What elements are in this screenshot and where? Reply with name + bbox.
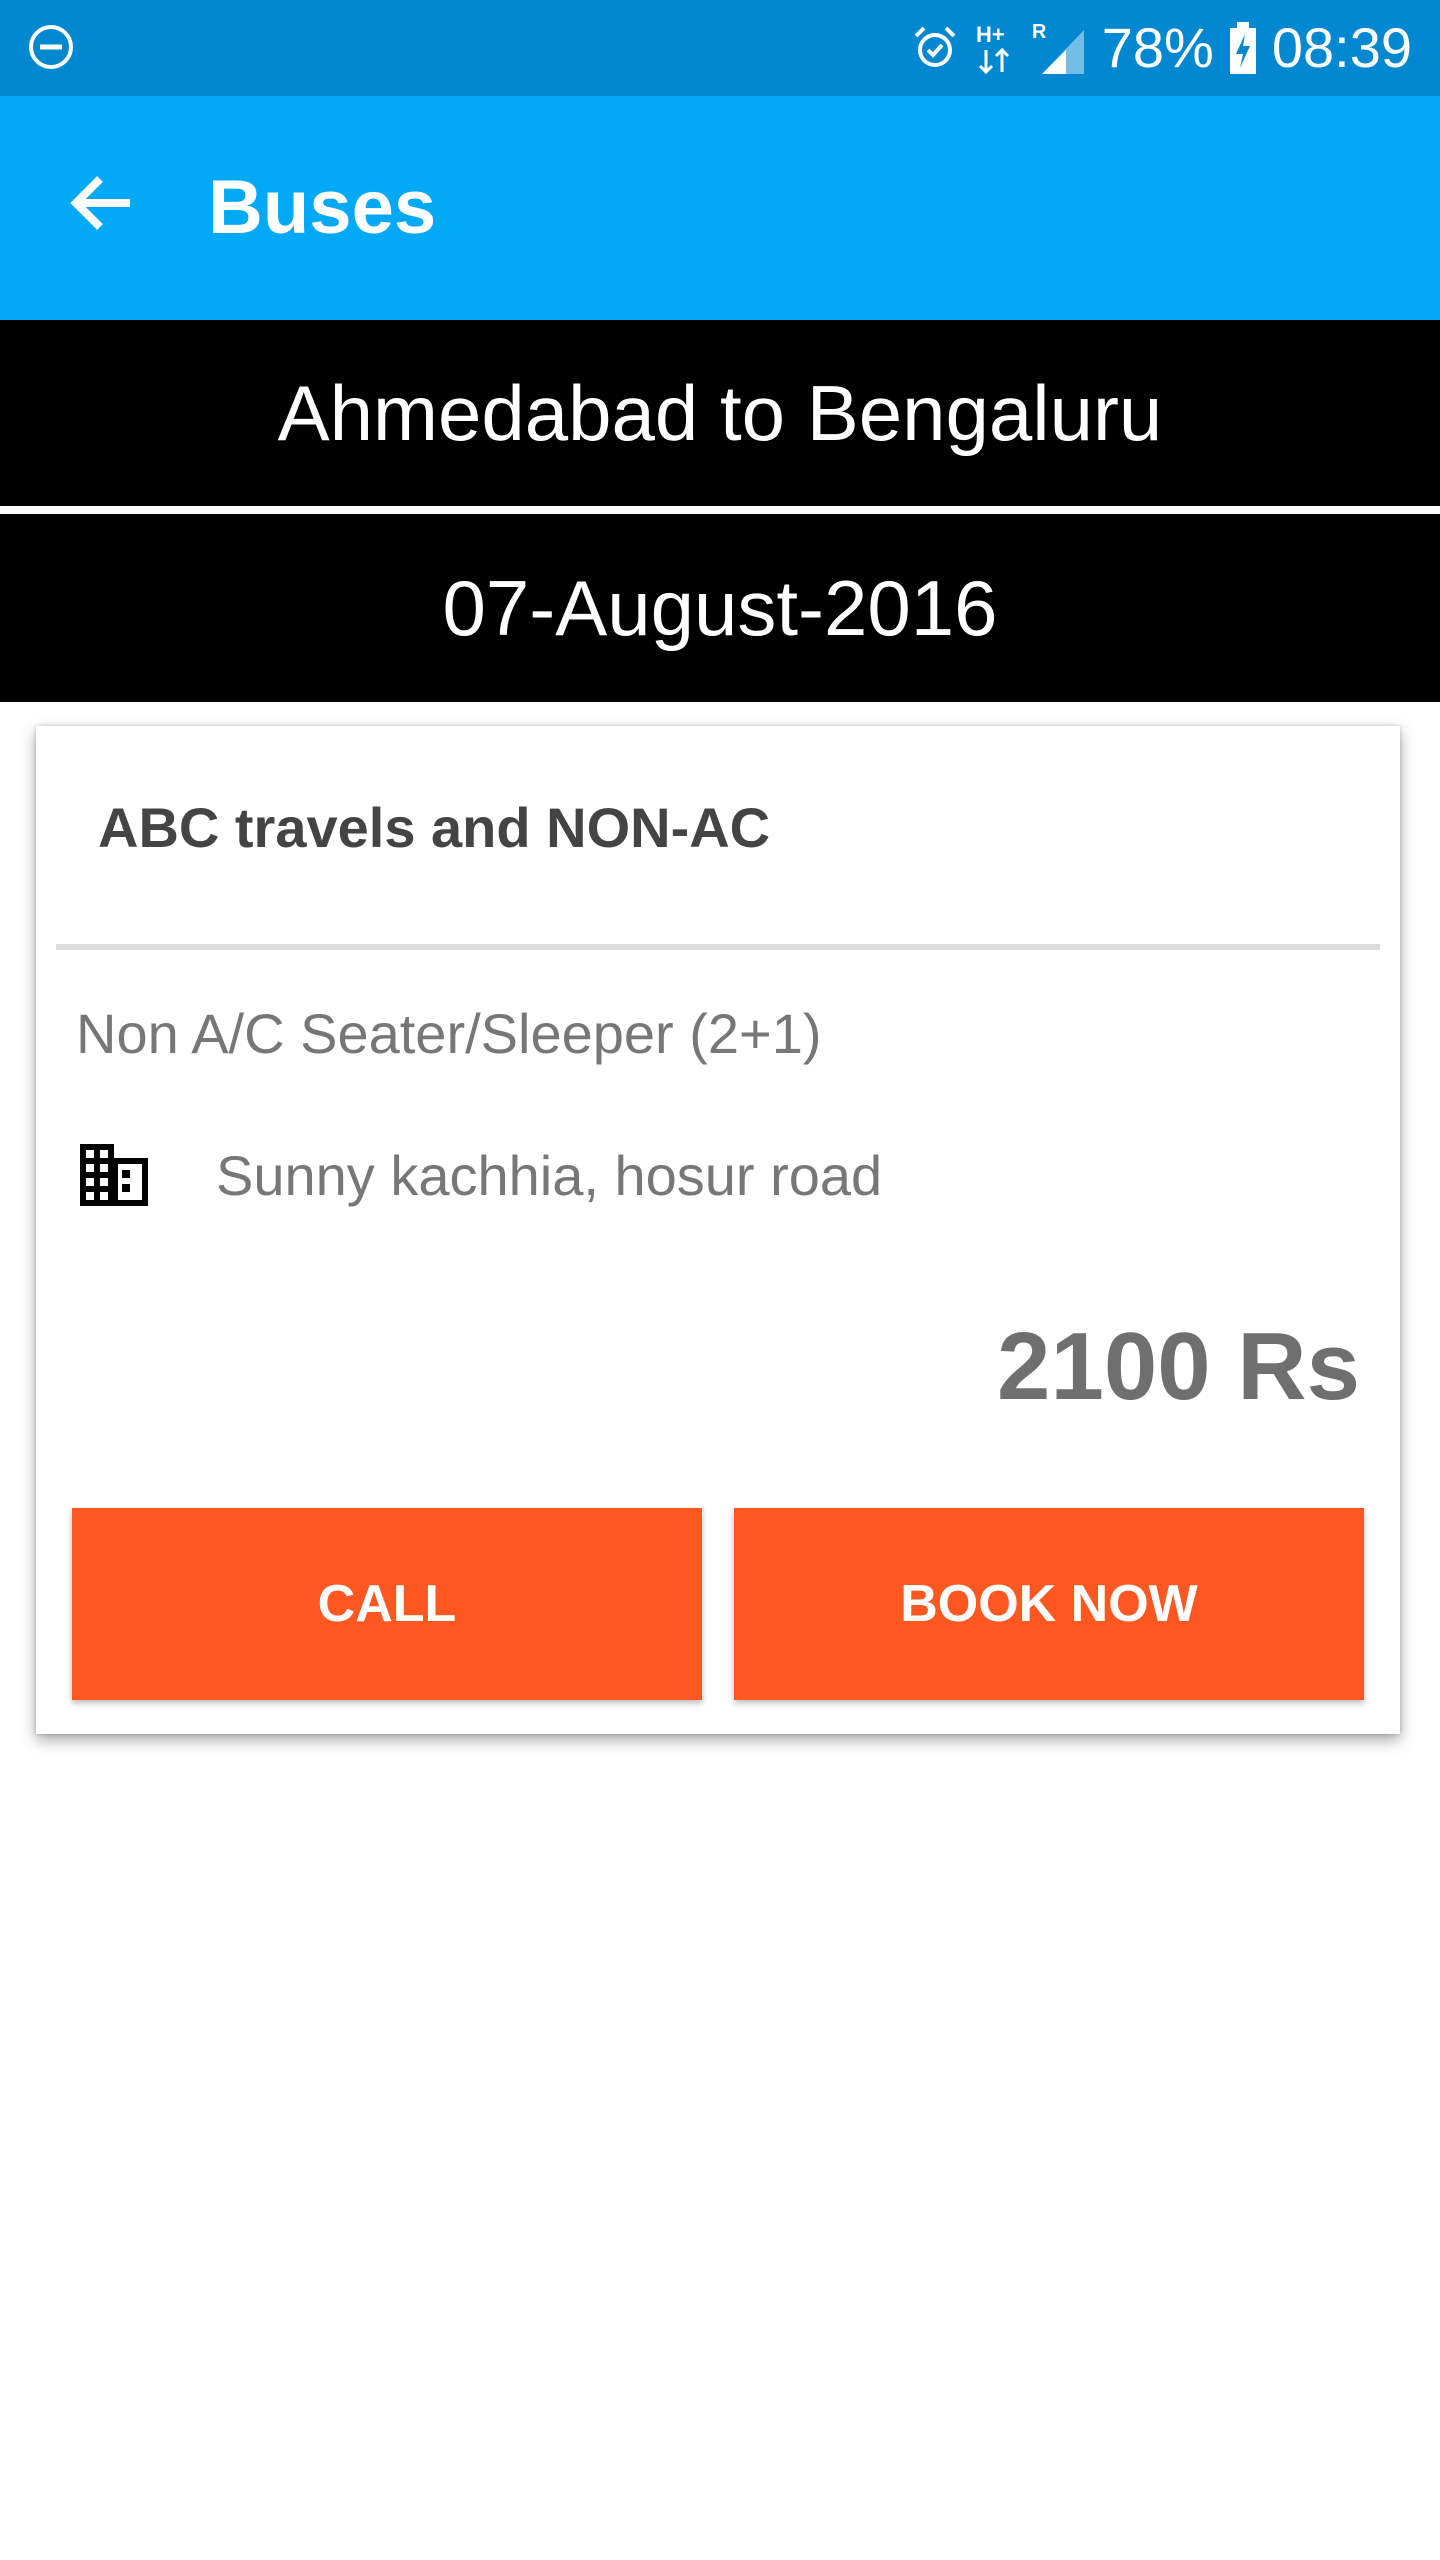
operator-name: ABC travels and NON-AC: [98, 796, 771, 859]
divider: [56, 944, 1380, 950]
bus-type: Non A/C Seater/Sleeper (2+1): [76, 1002, 822, 1065]
network-label: H+: [976, 22, 1005, 47]
alarm-icon: [910, 23, 960, 73]
building-icon: [80, 1144, 148, 1206]
route-text: Ahmedabad to Bengaluru: [277, 368, 1163, 457]
status-bar: H+ R 78% 08:39: [0, 0, 1440, 96]
battery-charging-icon: [1228, 20, 1258, 76]
route-banner: Ahmedabad to Bengaluru: [0, 320, 1440, 506]
page-title: Buses: [208, 165, 437, 250]
signal-roaming-icon: R: [1032, 20, 1088, 76]
battery-percent: 78%: [1101, 16, 1214, 79]
boarding-point: Sunny kachhia, hosur road: [216, 1144, 883, 1207]
do-not-disturb-icon: [29, 25, 73, 69]
book-now-button[interactable]: BOOK NOW: [734, 1508, 1364, 1700]
roaming-label: R: [1032, 21, 1047, 43]
app-bar: Buses: [0, 96, 1440, 320]
back-button[interactable]: [46, 148, 156, 258]
date-text: 07-August-2016: [442, 563, 998, 652]
fare-price: 2100 Rs: [997, 1313, 1360, 1420]
bus-card: ABC travels and NON-AC Non A/C Seater/Sl…: [36, 726, 1400, 1734]
arrow-back-icon: [70, 176, 130, 230]
clock: 08:39: [1271, 16, 1412, 79]
hplus-data-icon: H+: [974, 20, 1018, 76]
call-button[interactable]: CALL: [72, 1508, 702, 1700]
status-icons: H+ R 78% 08:39: [910, 0, 1412, 96]
date-banner: 07-August-2016: [0, 514, 1440, 702]
